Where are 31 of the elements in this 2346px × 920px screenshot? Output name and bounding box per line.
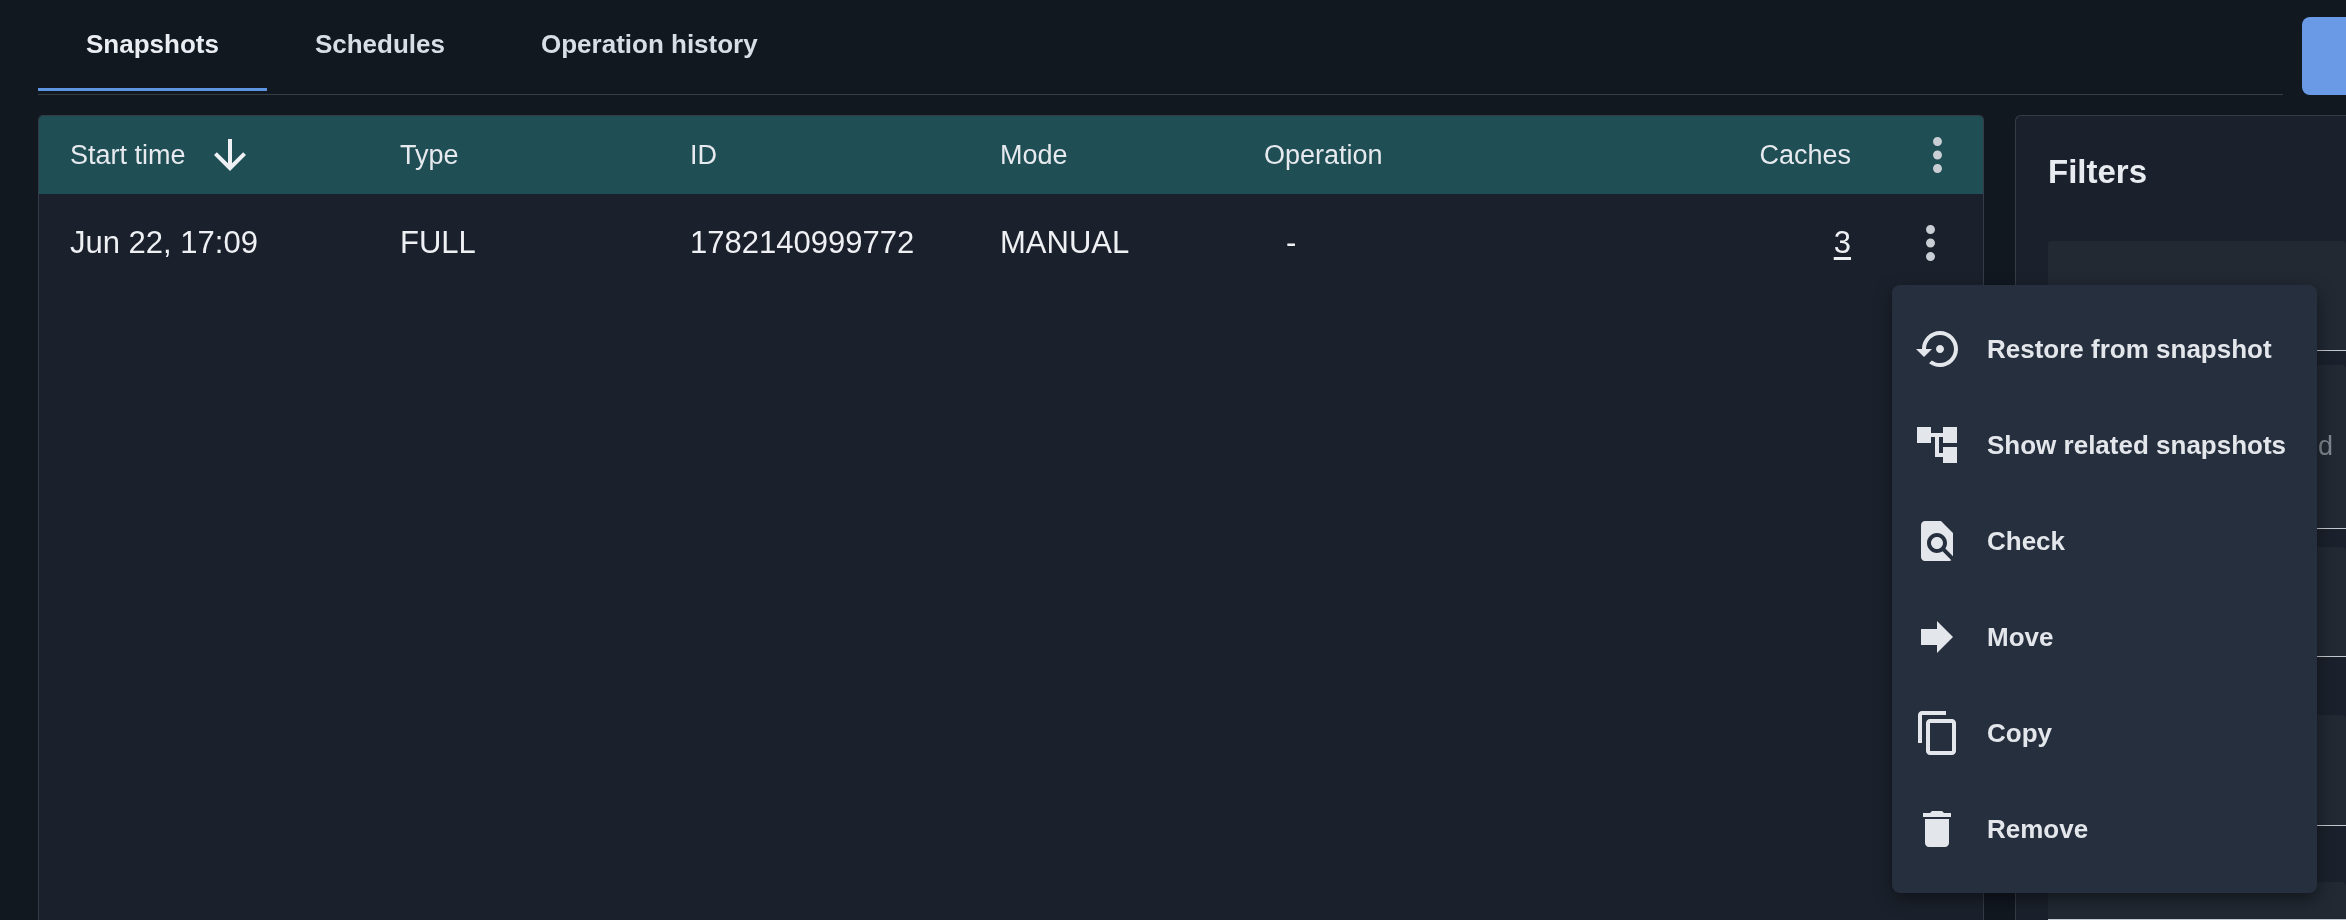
column-header[interactable]: Type [400,139,459,171]
menu-item[interactable]: Restore from snapshot [1892,301,2317,397]
column-header[interactable]: Mode [1000,139,1068,171]
column-header[interactable]: Start time [70,139,186,171]
table-cell: MANUAL [1000,225,1130,261]
column-header[interactable]: ID [690,139,717,171]
tree-icon [1917,427,1957,463]
menu-item[interactable]: Move [1892,589,2317,685]
circular-arrow-icon [1916,331,1958,367]
tab[interactable]: Snapshots [38,0,267,91]
count-link[interactable]: 3 [1833,225,1851,261]
trash-icon [1923,811,1951,847]
menu-item[interactable]: Copy [1892,685,2317,781]
tab[interactable]: Schedules [266,0,493,91]
document-search-icon [1921,521,1953,561]
table-cell: Jun 22, 17:09 [70,225,258,261]
column-header[interactable]: Caches [1759,139,1851,171]
menu-item[interactable]: Remove [1892,781,2317,877]
menu-item[interactable]: Show related snapshots [1892,397,2317,493]
more-icon[interactable] [1933,137,1942,173]
table-cell: - [1286,225,1297,261]
right-arrow-icon [1921,621,1953,653]
menu-item[interactable]: Check [1892,493,2317,589]
copy-icon [1918,711,1956,755]
filters-title: Filters [2048,152,2148,192]
table-cell: FULL [400,225,476,261]
more-icon[interactable] [1926,225,1935,261]
table-cell: 1782140999772 [690,225,915,261]
column-header[interactable]: Operation [1264,139,1383,171]
down-arrow-icon[interactable] [213,139,246,171]
tab[interactable]: Operation history [493,0,806,91]
